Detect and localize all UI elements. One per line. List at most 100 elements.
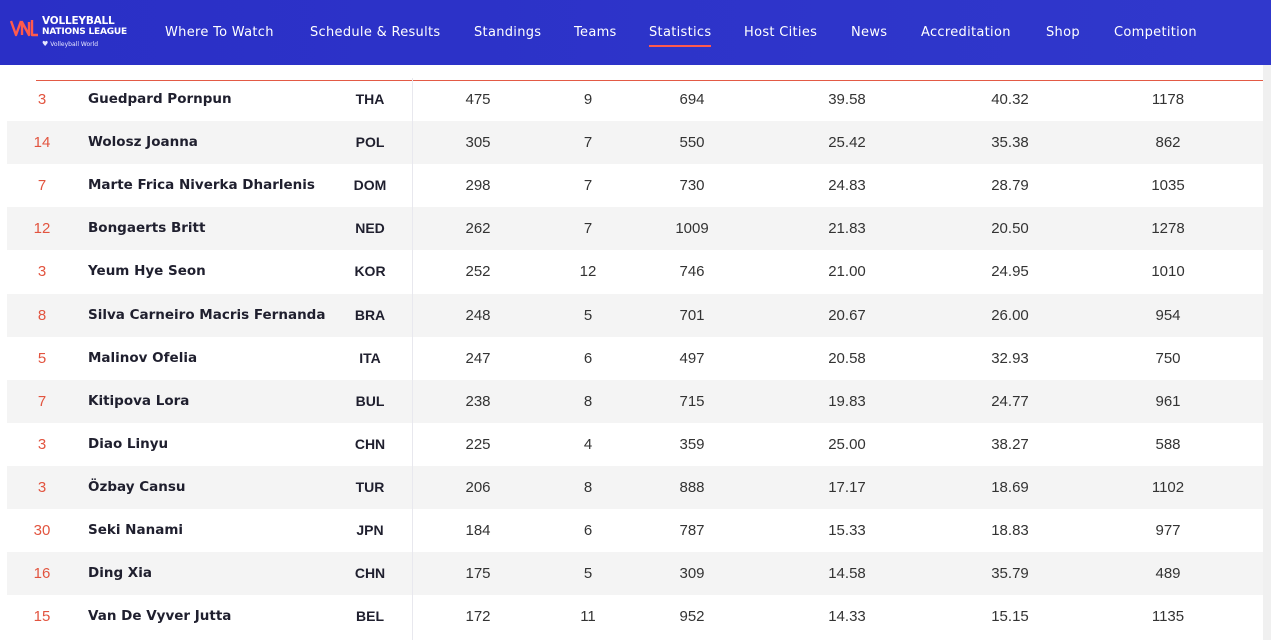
- team-code: NED: [355, 220, 385, 237]
- stat-average: 17.17: [828, 478, 866, 496]
- stat-average: 25.00: [828, 435, 866, 453]
- stat-total-attempts: 1035: [1151, 177, 1185, 195]
- team-code: THA: [355, 91, 385, 107]
- table-row[interactable]: 7 Marte Frica Niverka Dharlenis DOM 298 7 730…: [7, 164, 1263, 207]
- table-row[interactable]: 14 Wolosz Joanna POL 305 7 550 25.42 35.38 862: [7, 121, 1263, 165]
- stat-total: 305: [465, 134, 491, 152]
- table-row[interactable]: 3 Yeum Hye Seon KOR 252 12 746 21.00 24.95 1010: [7, 250, 1263, 293]
- team-code: JPN: [356, 522, 384, 538]
- stat-attempts: 359: [679, 435, 705, 453]
- statistics-table: 3 Guedpard Pornpun THA 475 9 694 39.58 40.32 117…: [7, 65, 1270, 640]
- stat-attempts: 1009: [675, 220, 709, 238]
- table-row[interactable]: 15 Van De Vyver Jutta BEL 172 11 952 14.33 15.1…: [7, 595, 1263, 638]
- stat-total-attempts: 1178: [1151, 91, 1185, 108]
- team-code: POL: [355, 134, 385, 151]
- stat-attempts: 746: [679, 263, 705, 281]
- stat-total-attempts: 750: [1155, 349, 1181, 367]
- nav-shop[interactable]: Shop: [1046, 25, 1080, 40]
- stat-total: 172: [465, 608, 491, 626]
- stat-attempts: 497: [679, 349, 705, 367]
- stat-attempts: 952: [679, 608, 705, 626]
- stat-efficiency: 35.79: [991, 565, 1029, 583]
- table-row[interactable]: 30 Seki Nanami JPN 184 6 787 15.33 18.83 977: [7, 509, 1263, 552]
- stat-average: 25.42: [828, 134, 866, 152]
- team-code: BUL: [355, 392, 385, 409]
- table-row[interactable]: 16 Ding Xia CHN 175 5 309 14.58 35.79 489: [7, 552, 1263, 596]
- stat-attempts: 715: [679, 392, 705, 410]
- stat-efficiency: 32.93: [991, 349, 1029, 367]
- stat-average: 24.83: [828, 177, 866, 195]
- nav-competition[interactable]: Competition: [1114, 25, 1197, 40]
- stat-attempts: 550: [679, 134, 705, 152]
- stat-attempts: 787: [679, 522, 705, 539]
- shirt-number: 8: [37, 306, 47, 324]
- stat-matches: 8: [583, 478, 593, 496]
- stat-total-attempts: 954: [1155, 306, 1181, 324]
- nav-teams[interactable]: Teams: [574, 25, 617, 40]
- team-code: BEL: [356, 608, 384, 625]
- stat-attempts: 694: [679, 91, 705, 108]
- stat-total: 298: [465, 177, 491, 195]
- stat-average: 21.83: [828, 220, 866, 238]
- stat-matches: 6: [583, 349, 593, 367]
- table-row[interactable]: 12 Bongaerts Britt NED 262 7 1009 21.83 20.50 12…: [7, 207, 1263, 251]
- shirt-number: 16: [33, 565, 51, 583]
- stat-total-attempts: 977: [1155, 522, 1181, 539]
- stat-total: 475: [465, 91, 491, 108]
- stat-total: 225: [465, 435, 491, 453]
- table-row[interactable]: 7 Kitipova Lora BUL 238 8 715 19.83 24.77 961: [7, 379, 1263, 423]
- table-row[interactable]: 8 Silva Carneiro Macris Fernanda BRA 248 5 70…: [7, 293, 1263, 337]
- stat-matches: 5: [583, 565, 593, 583]
- nav-where-to-watch[interactable]: Where To Watch: [165, 25, 274, 40]
- stat-total-attempts: 1278: [1151, 220, 1185, 238]
- page-scrollbar[interactable]: [1263, 65, 1271, 640]
- logo-subtitle: NATIONS LEAGUE: [42, 27, 127, 37]
- vnl-logo[interactable]: VOLLEYBALL NATIONS LEAGUE ♥ Volleyball Wo…: [10, 16, 135, 52]
- nav-accreditation[interactable]: Accreditation: [921, 25, 1011, 40]
- table-row[interactable]: 3 Diao Linyu CHN 225 4 359 25.00 38.27 588: [7, 423, 1263, 466]
- stat-efficiency: 24.95: [991, 263, 1029, 281]
- team-code: CHN: [354, 435, 386, 452]
- stat-total: 248: [465, 306, 491, 324]
- stat-total-attempts: 961: [1155, 392, 1181, 410]
- stat-matches: 7: [583, 220, 593, 238]
- table-row[interactable]: 3 Guedpard Pornpun THA 475 9 694 39.58 40.32 117…: [7, 78, 1263, 121]
- stat-efficiency: 26.00: [991, 306, 1029, 324]
- top-navigation-bar: VOLLEYBALL NATIONS LEAGUE ♥ Volleyball Wo…: [0, 0, 1271, 65]
- stat-matches: 7: [583, 134, 593, 152]
- table-row[interactable]: 5 Malinov Ofelia ITA 247 6 497 20.58 32.93 750: [7, 337, 1263, 380]
- stat-total: 206: [465, 478, 491, 496]
- stat-average: 19.83: [828, 392, 866, 410]
- shirt-number: 5: [37, 349, 47, 367]
- stat-total: 175: [465, 565, 491, 583]
- team-code: TUR: [355, 478, 385, 495]
- shirt-number: 3: [37, 91, 47, 108]
- table-row[interactable]: 3 Özbay Cansu TUR 206 8 888 17.17 18.69 1102: [7, 465, 1263, 509]
- shirt-number: 3: [37, 435, 47, 453]
- logo-title: VOLLEYBALL: [42, 15, 115, 27]
- stat-average: 20.67: [828, 306, 866, 324]
- stat-total: 184: [465, 522, 491, 539]
- nav-host-cities[interactable]: Host Cities: [744, 25, 817, 40]
- logo-brand: ♥ Volleyball World: [42, 40, 127, 48]
- stat-efficiency: 18.69: [991, 478, 1029, 496]
- nav-news[interactable]: News: [851, 25, 887, 40]
- shirt-number: 14: [33, 134, 51, 152]
- nav-schedule-results[interactable]: Schedule & Results: [310, 25, 440, 40]
- shirt-number: 30: [33, 522, 51, 539]
- stat-efficiency: 24.77: [991, 392, 1029, 410]
- stat-matches: 4: [583, 435, 593, 453]
- stat-total: 238: [465, 392, 491, 410]
- nav-statistics[interactable]: Statistics: [649, 25, 712, 47]
- stat-matches: 7: [583, 177, 593, 195]
- stat-efficiency: 20.50: [991, 220, 1029, 238]
- stat-attempts: 309: [679, 565, 705, 583]
- stat-total-attempts: 1010: [1151, 263, 1185, 281]
- shirt-number: 7: [37, 177, 47, 195]
- stat-matches: 9: [583, 91, 593, 108]
- stat-average: 20.58: [828, 349, 866, 367]
- team-code: CHN: [354, 565, 386, 582]
- team-code: KOR: [354, 263, 386, 280]
- shirt-number: 3: [37, 263, 47, 281]
- nav-standings[interactable]: Standings: [474, 25, 541, 40]
